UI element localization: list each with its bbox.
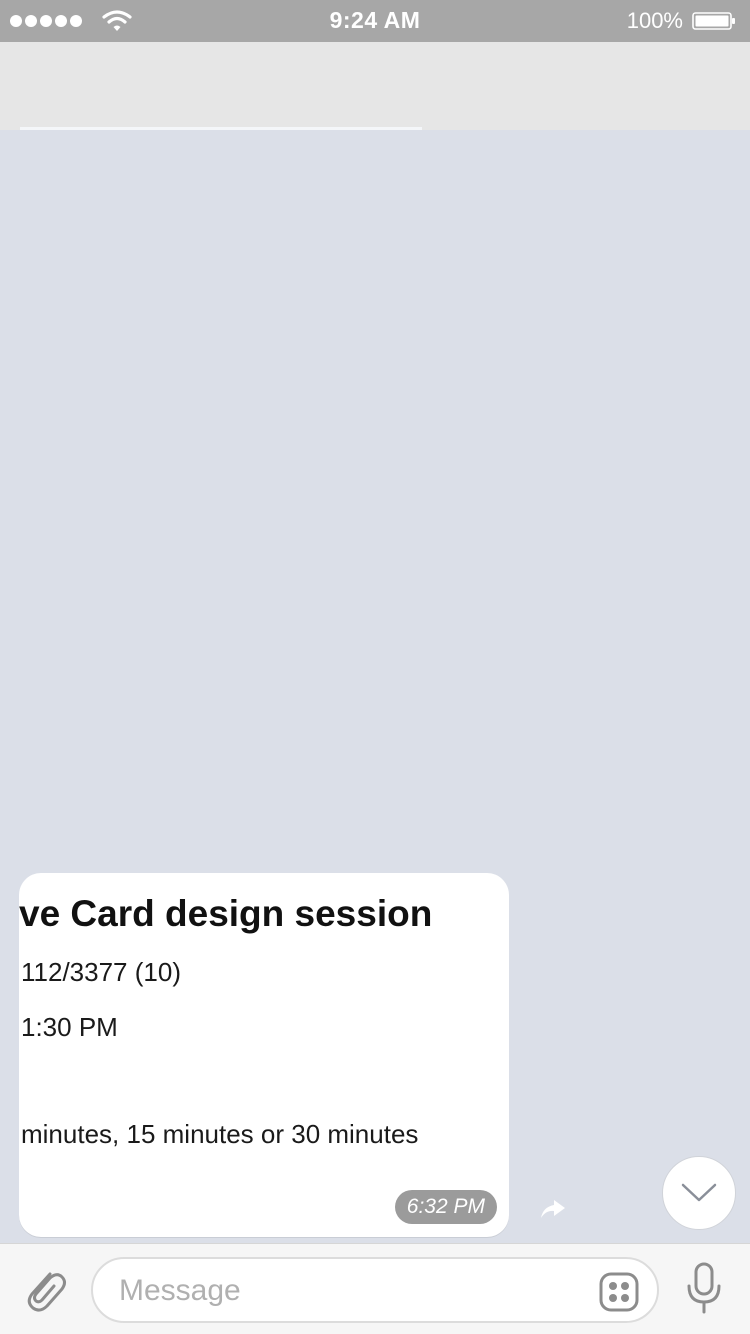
card-room: 112/3377 (10) — [21, 957, 181, 987]
chevron-down-icon — [681, 1183, 717, 1202]
card-title: ve Card design session — [19, 893, 433, 934]
sticker-icon[interactable] — [599, 1272, 639, 1312]
scroll-down-button[interactable] — [662, 1156, 736, 1230]
message-input[interactable] — [117, 1269, 591, 1313]
paperclip-icon[interactable] — [20, 1264, 68, 1316]
header-divider — [20, 127, 422, 130]
microphone-icon[interactable] — [684, 1262, 724, 1316]
chat-header — [0, 42, 750, 130]
forward-arrow-icon[interactable] — [538, 1194, 568, 1224]
battery-icon — [692, 12, 735, 30]
message-composer — [0, 1243, 750, 1334]
card-options: minutes, 15 minutes or 30 minutes — [21, 1119, 419, 1149]
message-timestamp: 6:32 PM — [394, 1190, 497, 1224]
card-time: 1:30 PM — [21, 1012, 118, 1042]
battery-percentage: 100% — [626, 8, 683, 33]
message-input-field[interactable] — [91, 1257, 659, 1323]
status-bar: 9:24 AM 100% — [0, 0, 750, 42]
message-bubble[interactable]: ve Card design session 112/3377 (10) 1:3… — [19, 873, 509, 1237]
